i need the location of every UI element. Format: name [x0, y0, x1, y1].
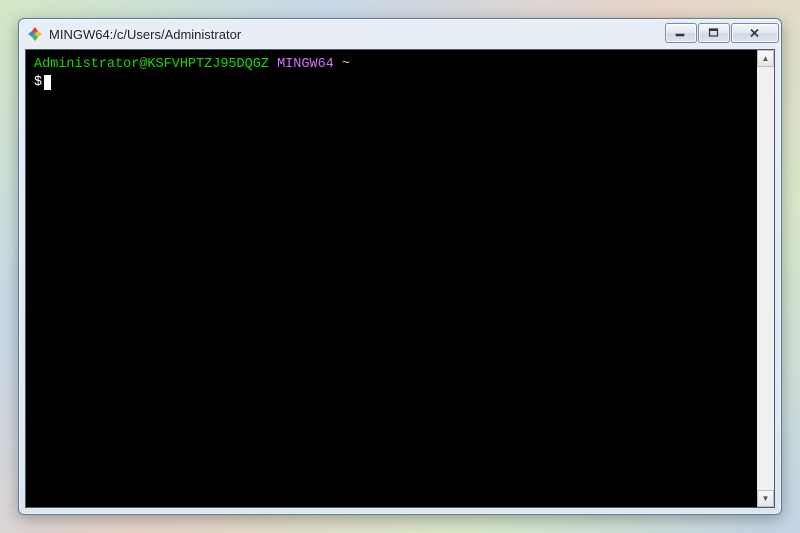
cwd-text: ~: [342, 57, 350, 72]
application-window: MINGW64:/c/Users/Administrator Administr…: [18, 18, 782, 515]
terminal-output[interactable]: Administrator@KSFVHPTZJ95DQGZ MINGW64 ~ …: [26, 50, 757, 507]
prompt-line-1: Administrator@KSFVHPTZJ95DQGZ MINGW64 ~: [34, 56, 749, 74]
maximize-button[interactable]: [698, 23, 730, 43]
minimize-icon: [675, 28, 687, 38]
close-button[interactable]: [731, 23, 779, 43]
scroll-down-button[interactable]: ▼: [757, 490, 774, 507]
client-area: Administrator@KSFVHPTZJ95DQGZ MINGW64 ~ …: [25, 49, 775, 508]
prompt-line-2: $: [34, 74, 749, 92]
cursor: [44, 75, 51, 90]
chevron-up-icon: ▲: [762, 54, 770, 63]
window-controls: [665, 23, 779, 43]
window-title: MINGW64:/c/Users/Administrator: [49, 27, 665, 42]
scroll-up-button[interactable]: ▲: [757, 50, 774, 67]
maximize-icon: [708, 28, 720, 38]
chevron-down-icon: ▼: [762, 494, 770, 503]
scroll-track[interactable]: [757, 67, 774, 490]
vertical-scrollbar[interactable]: ▲ ▼: [757, 50, 774, 507]
app-icon: [27, 26, 43, 42]
title-bar[interactable]: MINGW64:/c/Users/Administrator: [19, 19, 781, 49]
close-icon: [749, 28, 761, 38]
env-text: MINGW64: [277, 57, 334, 72]
user-host-text: Administrator@KSFVHPTZJ95DQGZ: [34, 57, 269, 72]
minimize-button[interactable]: [665, 23, 697, 43]
prompt-symbol: $: [34, 75, 42, 90]
